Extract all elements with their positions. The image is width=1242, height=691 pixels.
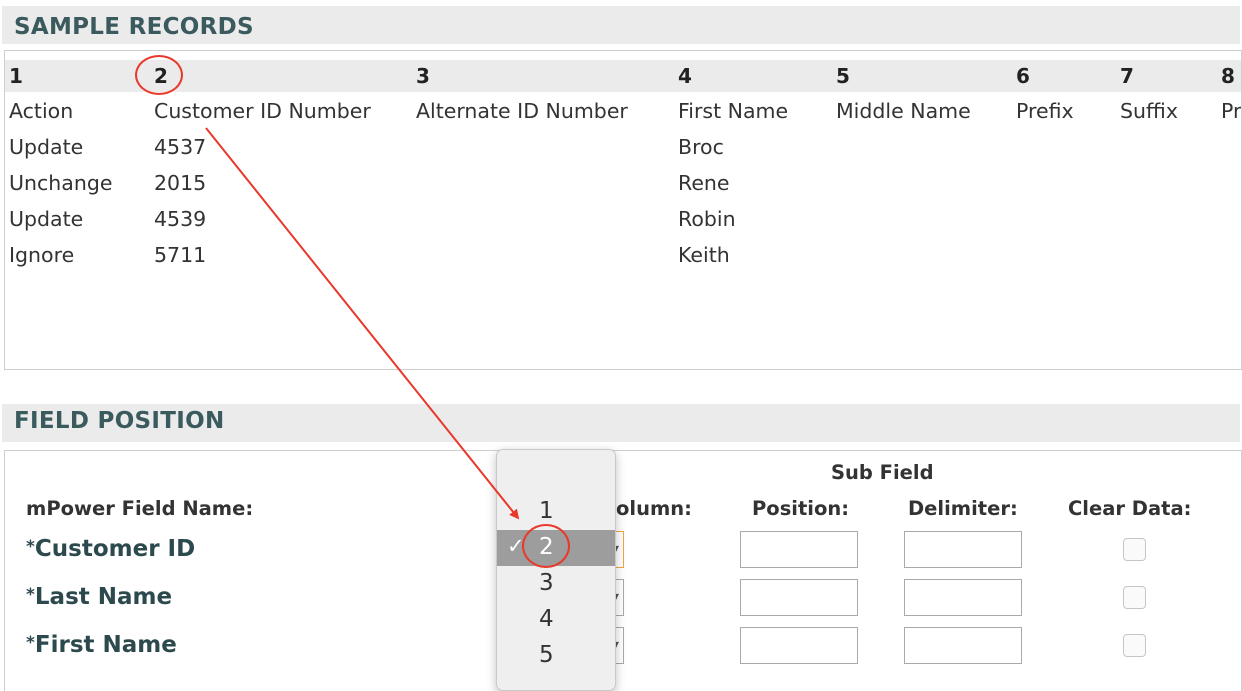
- arrow-line: [205, 127, 520, 520]
- annotation-arrow: [205, 127, 520, 520]
